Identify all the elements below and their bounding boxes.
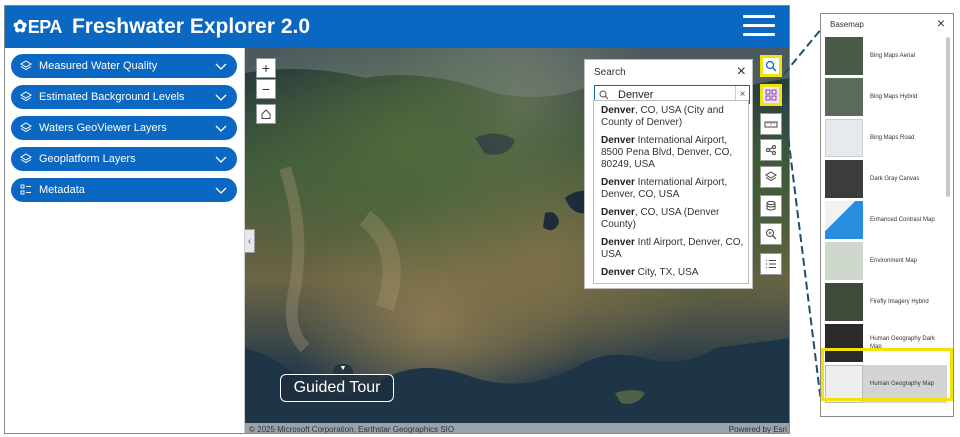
basemap-label: Human Geography Dark Map bbox=[870, 336, 936, 350]
zoom-search-tool-button[interactable] bbox=[760, 223, 782, 245]
basemap-title: Basemap bbox=[830, 20, 864, 29]
accordion-geoplatform-layers[interactable]: Geoplatform Layers bbox=[11, 147, 237, 171]
basemap-item[interactable]: Bing Maps Road bbox=[825, 119, 947, 157]
accordion-label: Waters GeoViewer Layers bbox=[39, 122, 167, 134]
layers-icon bbox=[19, 121, 33, 135]
suggestion-item[interactable]: Denver International Airport, 8500 Pena … bbox=[601, 135, 748, 171]
guided-tour-toggle[interactable]: ▼ bbox=[333, 364, 353, 374]
layer-list-button[interactable] bbox=[760, 166, 782, 188]
basemap-label: Enhanced Contrast Map bbox=[870, 217, 935, 223]
close-icon[interactable]: × bbox=[937, 15, 945, 31]
hamburger-menu-icon[interactable] bbox=[743, 15, 775, 39]
suggestion-item[interactable]: Denver City, TX, USA bbox=[601, 267, 748, 279]
app-title: Freshwater Explorer 2.0 bbox=[71, 15, 311, 38]
basemap-thumbnail bbox=[825, 201, 863, 239]
share-tool-button[interactable] bbox=[760, 139, 782, 161]
accordion-label: Estimated Background Levels bbox=[39, 91, 185, 103]
basemap-label: Human Geography Map bbox=[870, 381, 935, 387]
database-tool-button[interactable] bbox=[760, 195, 782, 217]
measure-icon bbox=[764, 121, 778, 128]
sidebar: Measured Water Quality Estimated Backgro… bbox=[5, 48, 245, 433]
basemap-item[interactable]: Enhanced Contrast Map bbox=[825, 201, 947, 239]
chevron-down-icon bbox=[215, 125, 227, 132]
close-icon[interactable]: × bbox=[737, 63, 746, 81]
measure-tool-button[interactable] bbox=[760, 113, 782, 135]
suggestion-item[interactable]: Denver, CO, USA (City and County of Denv… bbox=[601, 105, 748, 129]
accordion-label: Geoplatform Layers bbox=[39, 153, 136, 165]
basemap-item[interactable]: Human Geography Dark Map bbox=[825, 324, 947, 362]
legend-list-icon bbox=[766, 259, 776, 269]
basemap-item[interactable]: Bing Maps Aerial bbox=[825, 37, 947, 75]
basemap-label: Environment Map bbox=[870, 258, 918, 264]
chevron-down-icon bbox=[215, 156, 227, 163]
guided-tour-button[interactable]: Guided Tour bbox=[280, 374, 394, 402]
accordion-waters-geoviewer-layers[interactable]: Waters GeoViewer Layers bbox=[11, 116, 237, 140]
basemap-label: Firefly Imagery Hybrid bbox=[870, 299, 929, 305]
epa-flower-icon: ✿ bbox=[13, 17, 27, 36]
map-view[interactable]: + − ‹ Search × Denver × Denver, CO, USA … bbox=[245, 48, 789, 434]
chevron-down-icon bbox=[215, 63, 227, 70]
basemap-item-selected[interactable]: Human Geography Map bbox=[825, 365, 947, 403]
search-suggestions: Denver, CO, USA (City and County of Denv… bbox=[593, 100, 749, 284]
home-icon bbox=[261, 109, 271, 119]
database-icon bbox=[766, 200, 776, 211]
accordion-estimated-background-levels[interactable]: Estimated Background Levels bbox=[11, 85, 237, 109]
basemap-thumbnail bbox=[825, 78, 863, 116]
zoom-search-icon bbox=[766, 229, 777, 240]
logo-text: EPA bbox=[27, 16, 63, 37]
search-icon bbox=[765, 60, 777, 72]
chevron-down-icon bbox=[215, 187, 227, 194]
search-icon bbox=[595, 90, 613, 100]
search-input-value[interactable]: Denver bbox=[613, 89, 735, 101]
basemap-label: Bing Maps Hybrid bbox=[870, 94, 918, 100]
basemap-thumbnail bbox=[825, 160, 863, 198]
basemap-item[interactable]: Bing Maps Hybrid bbox=[825, 78, 947, 116]
basemap-gallery-button[interactable] bbox=[760, 84, 782, 106]
basemap-thumbnail bbox=[825, 283, 863, 321]
layers-icon bbox=[19, 152, 33, 166]
basemap-thumbnail bbox=[825, 37, 863, 75]
epa-logo[interactable]: ✿ EPA bbox=[13, 17, 62, 38]
list-icon bbox=[19, 183, 33, 197]
accordion-metadata[interactable]: Metadata bbox=[11, 178, 237, 202]
zoom-out-button[interactable]: − bbox=[256, 79, 276, 99]
accordion-label: Measured Water Quality bbox=[39, 60, 158, 72]
basemap-thumbnail bbox=[825, 365, 863, 403]
basemap-item[interactable]: Dark Gray Canvas bbox=[825, 160, 947, 198]
legend-tool-button[interactable] bbox=[760, 253, 782, 275]
suggestion-item[interactable]: Denver International Airport, Denver, CO… bbox=[601, 177, 748, 201]
chevron-down-icon bbox=[215, 94, 227, 101]
basemap-list: Bing Maps Aerial Bing Maps Hybrid Bing M… bbox=[825, 37, 947, 416]
search-tool-button[interactable] bbox=[760, 55, 782, 77]
search-panel-title: Search bbox=[594, 67, 626, 78]
basemap-label: Bing Maps Aerial bbox=[870, 53, 916, 59]
layers-icon bbox=[19, 59, 33, 73]
home-button[interactable] bbox=[256, 104, 276, 124]
basemap-item[interactable]: Environment Map bbox=[825, 242, 947, 280]
basemap-gallery-icon bbox=[765, 89, 777, 101]
suggestion-item[interactable]: Denver Intl Airport, Denver, CO, USA bbox=[601, 237, 748, 261]
basemap-thumbnail bbox=[825, 242, 863, 280]
share-icon bbox=[766, 145, 776, 155]
layers-icon bbox=[19, 90, 33, 104]
basemap-thumbnail bbox=[825, 119, 863, 157]
app-header: ✿ EPA Freshwater Explorer 2.0 bbox=[5, 6, 789, 48]
basemap-label: Bing Maps Road bbox=[870, 135, 915, 141]
accordion-measured-water-quality[interactable]: Measured Water Quality bbox=[11, 54, 237, 78]
accordion-label: Metadata bbox=[39, 184, 85, 196]
basemap-thumbnail bbox=[825, 324, 863, 362]
basemap-gallery-panel: Basemap × Bing Maps Aerial Bing Maps Hyb… bbox=[820, 13, 954, 417]
layer-list-icon bbox=[765, 171, 777, 182]
attribution-text: © 2025 Microsoft Corporation, Earthstar … bbox=[249, 424, 455, 434]
app-window: ✿ EPA Freshwater Explorer 2.0 Measured W… bbox=[4, 5, 790, 434]
suggestion-item[interactable]: Denver, CO, USA (Denver County) bbox=[601, 207, 748, 231]
zoom-in-button[interactable]: + bbox=[256, 58, 276, 78]
collapse-sidebar-button[interactable]: ‹ bbox=[245, 229, 255, 253]
map-attribution: © 2025 Microsoft Corporation, Earthstar … bbox=[245, 423, 789, 434]
basemap-label: Dark Gray Canvas bbox=[870, 176, 920, 182]
powered-by-text[interactable]: Powered by Esri bbox=[729, 425, 787, 434]
basemap-item[interactable]: Firefly Imagery Hybrid bbox=[825, 283, 947, 321]
